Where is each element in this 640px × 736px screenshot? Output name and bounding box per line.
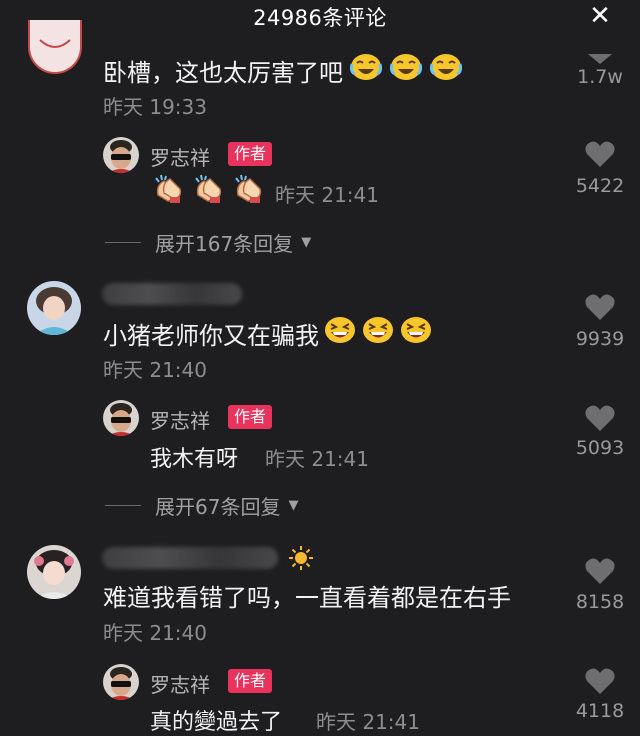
like-count: 4118 xyxy=(575,700,625,722)
expand-replies-button[interactable]: 展开67条回复 ▼ xyxy=(105,491,298,520)
author-avatar[interactable] xyxy=(103,137,139,173)
author-badge: 作者 xyxy=(228,405,273,429)
laughing-emoji-icon xyxy=(399,315,433,351)
reply-text: 真的變過去了 xyxy=(150,710,283,735)
laugh-cry-emoji-icon xyxy=(389,52,423,88)
comment-text: 难道我看错了吗，一直看着都是在右手 xyxy=(103,584,511,612)
reply-time: 昨天 21:41 xyxy=(265,447,369,471)
expand-replies-label: 展开67条回复 xyxy=(155,495,281,519)
clapping-hands-icon xyxy=(232,173,266,209)
comment-text: 小猪老师你又在骗我 xyxy=(103,315,433,351)
like-button[interactable] xyxy=(560,292,640,322)
sun-icon xyxy=(288,545,314,575)
author-name[interactable]: 罗志祥 xyxy=(150,142,210,171)
expand-replies-button[interactable]: 展开167条回复 ▼ xyxy=(105,228,311,257)
author-badge: 作者 xyxy=(228,669,273,693)
like-button[interactable] xyxy=(560,666,640,696)
laugh-cry-emoji-icon xyxy=(429,52,463,88)
heart-icon xyxy=(585,558,615,584)
like-count: 5422 xyxy=(575,175,625,197)
reply-time: 昨天 21:41 xyxy=(275,183,379,207)
clapping-hands-icon xyxy=(152,173,186,209)
clapping-hands-icon xyxy=(192,173,226,209)
divider xyxy=(105,505,141,506)
comment-text: 卧槽，这也太厉害了吧 xyxy=(103,52,463,88)
like-button[interactable] xyxy=(560,139,640,169)
blurred-username[interactable] xyxy=(102,547,278,569)
blurred-username[interactable] xyxy=(102,283,242,305)
comment-time: 昨天 21:40 xyxy=(103,358,207,382)
heart-icon xyxy=(585,141,615,167)
like-count: 9939 xyxy=(575,328,625,350)
caret-down-icon: ▼ xyxy=(301,235,312,250)
laughing-emoji-icon xyxy=(361,315,395,351)
like-button[interactable] xyxy=(560,556,640,586)
avatar[interactable] xyxy=(27,545,81,599)
heart-icon xyxy=(585,294,615,320)
author-badge: 作者 xyxy=(228,142,273,166)
comment-text-label: 小猪老师你又在骗我 xyxy=(103,321,319,350)
reply-emoji-row xyxy=(152,173,266,209)
author-avatar[interactable] xyxy=(103,400,139,436)
reply-time: 昨天 21:41 xyxy=(316,710,420,734)
like-count: 1.7w xyxy=(577,66,623,88)
author-name[interactable]: 罗志祥 xyxy=(150,669,210,698)
comment-time: 昨天 19:33 xyxy=(103,95,207,119)
comments-count-title: 24986条评论 xyxy=(253,6,387,30)
comment-time: 昨天 21:40 xyxy=(103,621,207,645)
laughing-emoji-icon xyxy=(323,315,357,351)
close-icon[interactable]: ✕ xyxy=(584,2,616,32)
author-name[interactable]: 罗志祥 xyxy=(150,405,210,434)
laugh-cry-emoji-icon xyxy=(349,52,383,88)
expand-replies-label: 展开167条回复 xyxy=(155,232,294,256)
heart-icon xyxy=(585,405,615,431)
avatar[interactable] xyxy=(28,20,82,74)
divider xyxy=(105,242,141,243)
like-button[interactable] xyxy=(560,403,640,433)
caret-down-icon: ▼ xyxy=(288,498,299,513)
author-avatar[interactable] xyxy=(103,664,139,700)
like-count: 5093 xyxy=(575,437,625,459)
like-count: 8158 xyxy=(575,591,625,613)
avatar[interactable] xyxy=(27,281,81,335)
comment-text-label: 卧槽，这也太厉害了吧 xyxy=(103,58,343,87)
heart-icon xyxy=(585,668,615,694)
reply-text: 我木有呀 xyxy=(150,447,239,472)
